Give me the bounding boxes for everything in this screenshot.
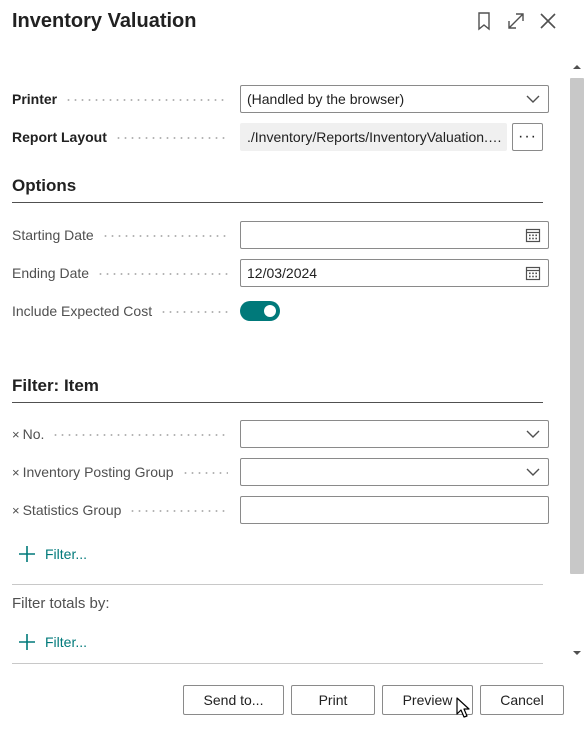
scroll-down-icon[interactable] — [572, 648, 582, 658]
print-button[interactable]: Print — [291, 685, 375, 715]
remove-filter-icon[interactable]: × — [12, 465, 20, 480]
filter-inventory-posting-group-input[interactable] — [240, 458, 549, 486]
calendar-icon[interactable] — [518, 260, 548, 286]
divider — [12, 663, 543, 664]
close-icon[interactable] — [537, 10, 559, 32]
starting-date-row: Starting Date — [12, 221, 549, 249]
filter-row-inventory-posting-group: × Inventory Posting Group — [12, 458, 549, 486]
ending-date-label: Ending Date — [12, 259, 232, 287]
chevron-down-icon[interactable] — [518, 459, 548, 485]
starting-date-input[interactable] — [240, 221, 549, 249]
include-expected-cost-row: Include Expected Cost — [12, 297, 543, 325]
printer-label: Printer — [12, 85, 232, 113]
report-layout-label: Report Layout — [12, 123, 232, 151]
printer-row: Printer (Handled by the browser) — [12, 85, 549, 113]
report-layout-field: ./Inventory/Reports/InventoryValuation.R… — [240, 123, 507, 151]
add-item-filter-link[interactable]: Filter... — [18, 543, 87, 565]
chevron-down-icon — [518, 86, 548, 112]
cancel-button[interactable]: Cancel — [480, 685, 564, 715]
filter-row-statistics-group: × Statistics Group — [12, 496, 549, 524]
ending-date-input[interactable]: 12/03/2024 — [240, 259, 549, 287]
options-section-heading[interactable]: Options — [12, 176, 543, 203]
add-item-filter-label: Filter... — [45, 546, 88, 562]
plus-icon — [19, 634, 35, 650]
filter-totals-label: Filter totals by: — [12, 595, 110, 612]
divider — [12, 584, 543, 585]
ending-date-row: Ending Date 12/03/2024 — [12, 259, 549, 287]
report-layout-more-button[interactable]: ··· — [512, 123, 543, 151]
starting-date-label: Starting Date — [12, 221, 232, 249]
report-layout-row: Report Layout ./Inventory/Reports/Invent… — [12, 123, 543, 151]
filter-statistics-group-label: × Statistics Group — [12, 496, 232, 524]
filter-inventory-posting-group-label: × Inventory Posting Group — [12, 458, 232, 486]
filter-statistics-group-input[interactable] — [240, 496, 549, 524]
calendar-icon[interactable] — [518, 222, 548, 248]
bookmark-icon[interactable] — [473, 10, 495, 32]
scroll-up-icon[interactable] — [572, 62, 582, 72]
scrollbar-thumb[interactable] — [570, 78, 584, 574]
include-expected-cost-toggle[interactable] — [240, 301, 280, 321]
filter-no-input[interactable] — [240, 420, 549, 448]
add-totals-filter-link[interactable]: Filter... — [18, 631, 87, 653]
mouse-cursor-icon — [456, 697, 470, 718]
printer-select[interactable]: (Handled by the browser) — [240, 85, 549, 113]
remove-filter-icon[interactable]: × — [12, 427, 20, 442]
filter-no-label: × No. — [12, 420, 232, 448]
dialog-title: Inventory Valuation — [12, 10, 197, 32]
expand-icon[interactable] — [505, 10, 527, 32]
filter-row-no: × No. — [12, 420, 549, 448]
toggle-knob — [264, 305, 276, 317]
vertical-scrollbar[interactable] — [568, 56, 586, 664]
filter-item-section-heading[interactable]: Filter: Item — [12, 376, 543, 403]
chevron-down-icon[interactable] — [518, 421, 548, 447]
request-page-content: Printer (Handled by the browser) Report … — [0, 56, 566, 664]
remove-filter-icon[interactable]: × — [12, 503, 20, 518]
add-totals-filter-label: Filter... — [45, 634, 88, 650]
include-expected-cost-label: Include Expected Cost — [12, 297, 232, 325]
send-to-button[interactable]: Send to... — [183, 685, 284, 715]
plus-icon — [19, 546, 35, 562]
